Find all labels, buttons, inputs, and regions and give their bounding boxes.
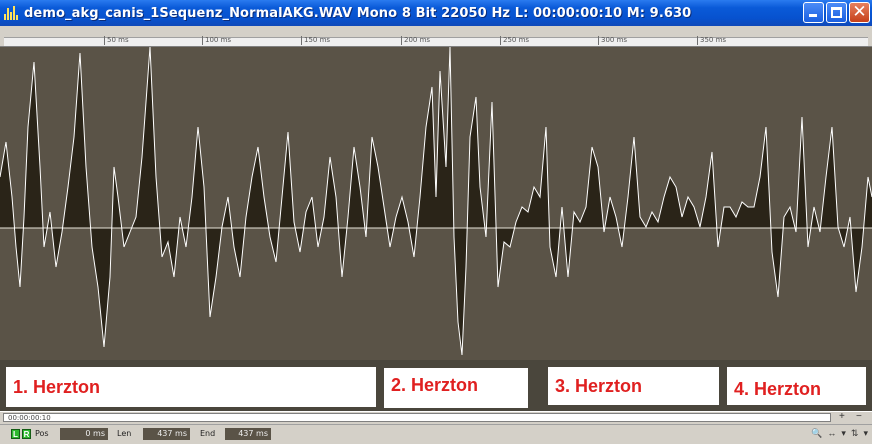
ruler-tick-label: 200 ms xyxy=(404,36,431,44)
ruler-tick-label: 50 ms xyxy=(107,36,129,44)
close-icon: ✕ xyxy=(852,2,867,22)
pos-label: Pos xyxy=(35,429,49,438)
time-ruler[interactable]: 50 ms 100 ms 150 ms 200 ms 250 ms 300 ms… xyxy=(0,26,872,47)
maximize-button[interactable] xyxy=(826,2,847,23)
minimize-icon xyxy=(809,14,817,17)
pos-value: 0 ms xyxy=(60,428,108,440)
ruler-tick-label: 300 ms xyxy=(601,36,628,44)
close-button[interactable]: ✕ xyxy=(849,2,870,23)
ruler-tick xyxy=(202,36,203,45)
maximize-icon xyxy=(831,7,842,18)
right-channel-toggle[interactable]: R xyxy=(22,429,31,439)
len-value: 437 ms xyxy=(143,428,190,440)
ruler-tick xyxy=(598,36,599,45)
horizontal-scrollbar[interactable]: 00:00:00:10 + − xyxy=(0,411,872,424)
minimize-button[interactable] xyxy=(803,2,824,23)
ruler-strip xyxy=(4,37,868,46)
zoom-in-button[interactable]: + xyxy=(839,412,845,422)
heart-sound-label-2: 2. Herzton xyxy=(384,368,528,408)
ruler-tick xyxy=(500,36,501,45)
horizontal-arrows-icon[interactable]: ↔ xyxy=(827,428,836,439)
scroll-time: 00:00:00:10 xyxy=(8,414,51,422)
waveform-app-icon xyxy=(4,6,20,20)
heart-sound-label-3: 3. Herzton xyxy=(548,367,719,405)
dropdown-icon[interactable]: ▾ xyxy=(863,428,868,439)
end-value: 437 ms xyxy=(225,428,271,440)
ruler-tick-label: 100 ms xyxy=(205,36,232,44)
scroll-track[interactable]: 00:00:00:10 xyxy=(3,413,831,422)
end-label: End xyxy=(200,429,216,438)
waveform-area[interactable] xyxy=(0,47,872,360)
vertical-arrows-icon[interactable]: ⇅ xyxy=(851,428,859,439)
ruler-tick-label: 250 ms xyxy=(503,36,530,44)
waveform-fill xyxy=(0,47,872,355)
ruler-tick xyxy=(401,36,402,45)
heart-sound-label-4: 4. Herzton xyxy=(727,367,866,405)
status-bar: L R Pos 0 ms Len 437 ms End 437 ms 🔍 ↔ ▾… xyxy=(0,424,872,444)
ruler-tick xyxy=(697,36,698,45)
zoom-out-button[interactable]: − xyxy=(856,412,862,422)
title-bar[interactable]: demo_akg_canis_1Sequenz_NormalAKG.WAV Mo… xyxy=(0,0,872,26)
ruler-tick-label: 350 ms xyxy=(700,36,727,44)
zoom-icon[interactable]: 🔍 xyxy=(811,428,822,439)
ruler-tick xyxy=(301,36,302,45)
heart-sound-label-1: 1. Herzton xyxy=(6,367,376,407)
left-channel-toggle[interactable]: L xyxy=(11,429,20,439)
len-label: Len xyxy=(117,429,132,438)
waveform-svg xyxy=(0,47,872,356)
window-title: demo_akg_canis_1Sequenz_NormalAKG.WAV Mo… xyxy=(24,5,692,21)
ruler-tick-label: 150 ms xyxy=(304,36,331,44)
dropdown-icon[interactable]: ▾ xyxy=(841,428,846,439)
ruler-tick xyxy=(104,36,105,45)
